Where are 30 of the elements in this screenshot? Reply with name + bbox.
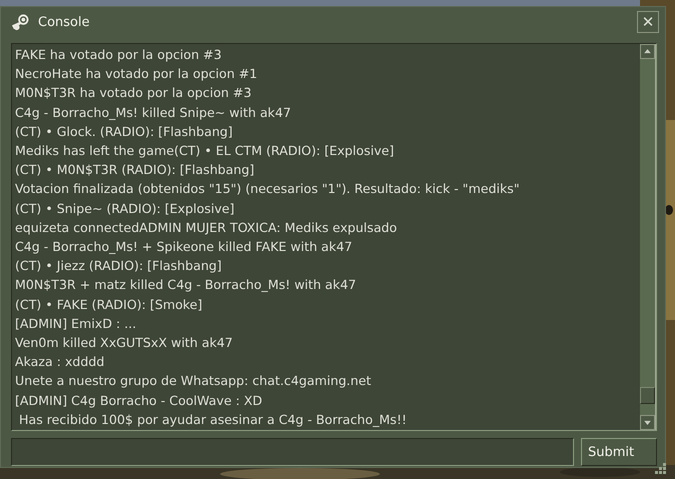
- log-line: Akaza : xdddd: [15, 353, 106, 372]
- log-line: [ADMIN] C4g Borracho - CoolWave : XD: [15, 392, 264, 410]
- scroll-up-icon[interactable]: [640, 44, 655, 59]
- submit-button[interactable]: Submit: [581, 438, 657, 466]
- log-line: C4g - Borracho_Ms! killed Snipe~ with ak47: [15, 104, 292, 122]
- log-line: (CT) • Jiezz (RADIO): [Flashbang]: [15, 257, 223, 276]
- steam-logo-icon: [11, 12, 30, 32]
- window-title: Console: [38, 14, 91, 30]
- log-line: (CT) • Snipe~ (RADIO): [Explosive]: [15, 200, 236, 218]
- log-line: Has recibido 100$ por ayudar asesinar a C4g - Borracho_Ms!!: [18, 410, 408, 429]
- log-line: Ven0m killed XxGUTSxX with ak47: [15, 334, 234, 352]
- log-line: Mediks has left the game(CT) • EL CTM (RADIO): [Explosive]: [15, 142, 396, 160]
- log-line: FAKE ha votado por la opcion #3: [15, 46, 223, 64]
- log-line: [ADMIN] EmixD : ...: [15, 314, 138, 333]
- log-line: (CT) • FAKE (RADIO): [Smoke]: [15, 296, 204, 314]
- log-line: (CT) • M0N$T3R (RADIO): [Flashbang]: [15, 161, 256, 180]
- log-line: equizeta connectedADMIN MUJER TOXICA: Mediks expulsado: [15, 218, 398, 237]
- log-line: (CT) • Glock. (RADIO): [Flashbang]: [15, 122, 234, 141]
- log-line: M0N$T3R + matz killed C4g - Borracho_Ms! with ak47: [15, 276, 358, 294]
- scroll-down-icon[interactable]: [640, 415, 655, 430]
- input-field[interactable]: [11, 438, 574, 466]
- scrollbar-thumb[interactable]: [640, 387, 655, 404]
- log-line: C4g - Borracho_Ms! + Spikeone killed FAKE with ak47: [15, 238, 354, 256]
- log-line: Votacion finalizada (obtenidos "15") (necesarios "1"). Resultado: kick - "mediks": [15, 180, 520, 198]
- close-button[interactable]: ✕: [637, 11, 659, 33]
- scrollbar[interactable]: [640, 44, 656, 430]
- log-line: NecroHate ha votado por la opcion #1: [15, 65, 258, 84]
- resize-grip-icon[interactable]: [655, 463, 667, 475]
- log-line: Unete a nuestro grupo de Whatsapp: chat.c4gaming.net: [15, 372, 372, 390]
- log-line: M0N$T3R ha votado por la opcion #3: [15, 84, 252, 102]
